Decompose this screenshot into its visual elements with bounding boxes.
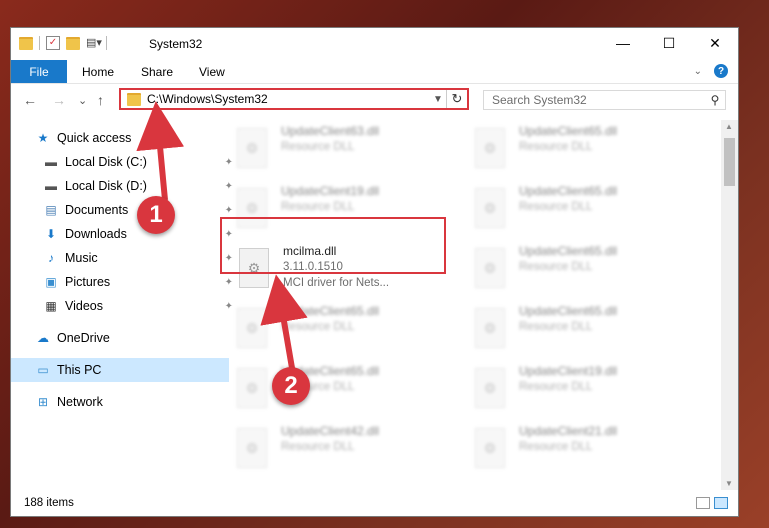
step-badge-2: 2 [272,367,310,405]
arrow-to-file [260,274,308,369]
arrow-to-address-bar [136,101,185,201]
annotation-arrows [136,101,308,369]
step-badge-1: 1 [137,196,175,234]
